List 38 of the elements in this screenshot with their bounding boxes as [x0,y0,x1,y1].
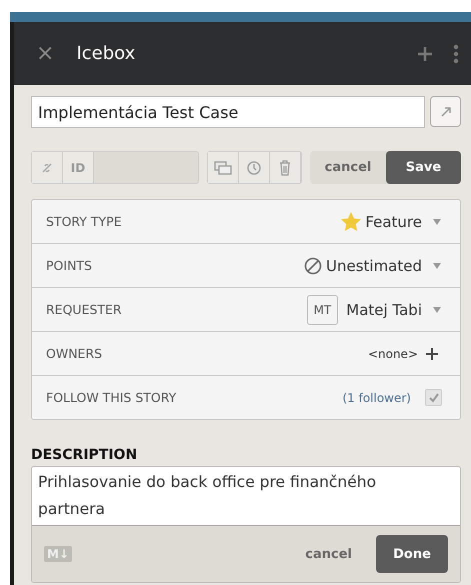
cancel-button[interactable]: cancel [299,546,358,562]
owners-value: <none> [368,346,418,360]
markdown-badge: M↓ [44,546,72,562]
points-value[interactable]: Unestimated [326,256,422,274]
follow-checkbox[interactable] [425,389,442,406]
menu-icon[interactable] [453,44,459,64]
field-label: FOLLOW THIS STORY [46,390,176,405]
link-icon[interactable] [32,152,63,183]
description-field[interactable]: Prihlasovanie do back office pre finančného partnera [32,467,460,525]
clock-icon[interactable] [239,152,270,183]
checkmark-icon [428,392,440,404]
field-label: STORY TYPE [46,214,122,229]
description-label: DESCRIPTION [31,447,138,463]
field-label: OWNERS [46,346,102,361]
save-button[interactable]: Save [386,151,461,184]
caret-icon[interactable] [432,218,442,226]
close-button[interactable]: × [36,41,54,66]
story-title-field[interactable]: Implementácia Test Case [31,96,425,128]
add-icon[interactable] [426,348,438,360]
caret-icon[interactable] [432,306,442,314]
id-label: ID [63,152,94,183]
copy-icon[interactable] [208,152,239,183]
star-icon [341,212,362,231]
field-label: POINTS [46,258,92,273]
done-button[interactable]: Done [376,535,448,573]
cancel-button[interactable]: cancel [310,151,386,184]
trash-icon[interactable] [270,152,301,183]
follower-count: (1 follower) [342,390,411,404]
plus-icon[interactable] [417,46,433,62]
requester-name[interactable]: Matej Tabi [346,300,422,318]
story-type-value[interactable]: Feature [365,212,422,230]
field-label: REQUESTER [46,302,122,317]
caret-icon[interactable] [432,262,442,270]
no-entry-icon [304,256,322,274]
expand-button[interactable] [430,96,461,127]
panel-title: Icebox [76,43,136,64]
avatar-initials: MT [306,294,338,324]
arrow-icon [438,104,452,118]
